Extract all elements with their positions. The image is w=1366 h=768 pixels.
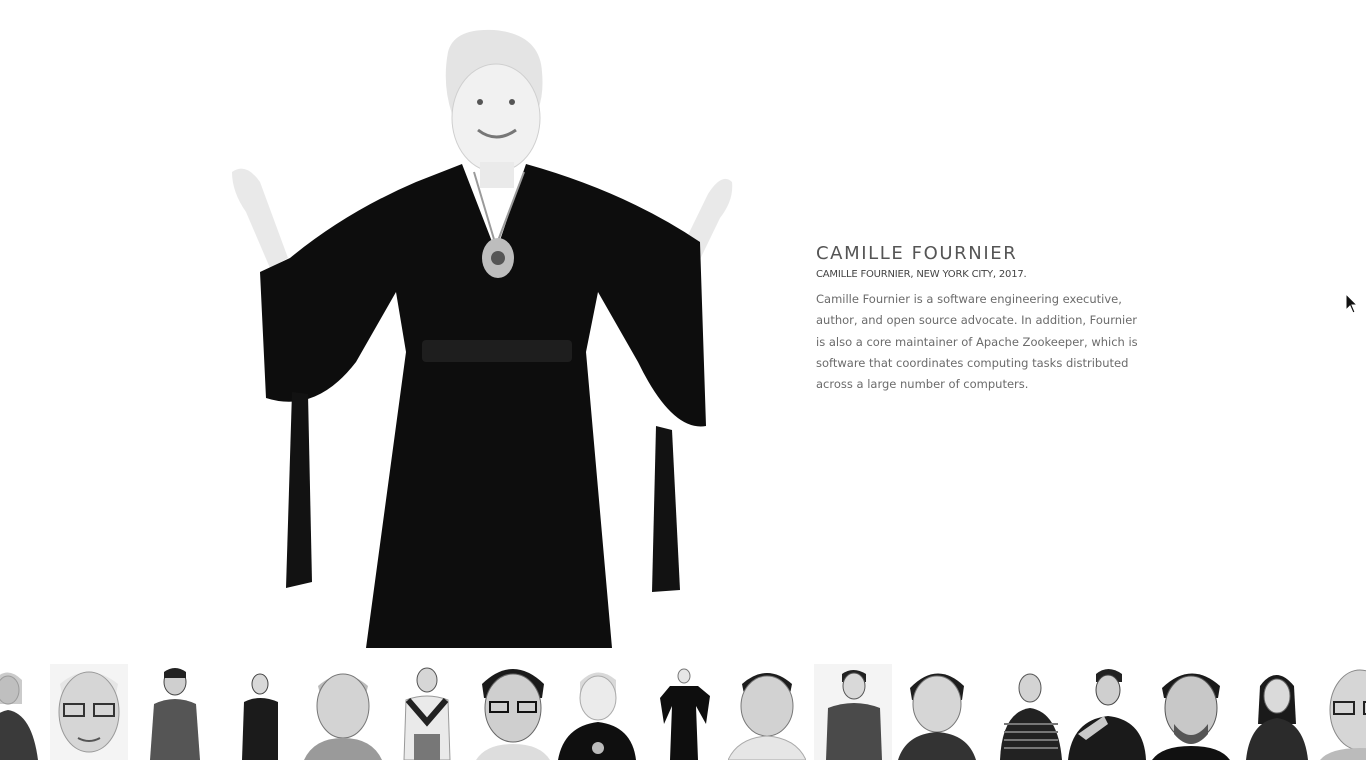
thumbnail-portrait[interactable] (994, 664, 1072, 760)
thumbnail-portrait[interactable] (50, 664, 128, 760)
thumbnail-portrait[interactable] (220, 664, 298, 760)
thumbnail-portrait[interactable] (136, 664, 214, 760)
mouse-cursor-icon (1345, 292, 1359, 315)
thumbnail-portrait[interactable] (1320, 664, 1366, 760)
thumbnail-portrait[interactable] (644, 664, 722, 760)
photo-caption: CAMILLE FOURNIER, NEW YORK CITY, 2017. (816, 269, 1027, 280)
thumbnail-portrait[interactable] (0, 664, 44, 760)
thumbnail-portrait[interactable] (728, 664, 806, 760)
main-portrait-photo (226, 22, 738, 648)
thumbnail-portrait[interactable] (1068, 664, 1146, 760)
thumbnail-portrait[interactable] (1238, 664, 1316, 760)
portrait-thumbnail-strip (0, 660, 1366, 768)
person-info-panel: CAMILLE FOURNIER CAMILLE FOURNIER, NEW Y… (816, 243, 1146, 395)
thumbnail-portrait[interactable] (558, 664, 636, 760)
thumbnail-portrait[interactable] (388, 664, 466, 760)
thumbnail-portrait[interactable] (898, 664, 976, 760)
person-name: CAMILLE FOURNIER (816, 243, 1018, 264)
thumbnail-portrait[interactable] (304, 664, 382, 760)
thumbnail-portrait[interactable] (1152, 664, 1230, 760)
thumbnail-portrait[interactable] (474, 664, 552, 760)
thumbnail-portrait[interactable] (814, 664, 892, 760)
person-bio: Camille Fournier is a software engineeri… (816, 292, 1138, 392)
